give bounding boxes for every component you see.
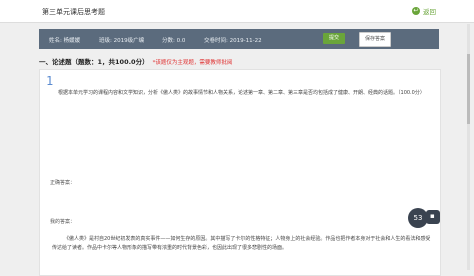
top-bar: 第三单元课后思考题 ↩ 返回 — [0, 0, 474, 23]
float-menu-button[interactable] — [426, 210, 440, 224]
back-icon: ↩ — [412, 7, 420, 15]
student-name: 姓名: 杨媛媛 — [49, 38, 81, 44]
question-number: 1 — [46, 74, 54, 88]
back-label: 返回 — [423, 8, 436, 16]
back-button[interactable]: ↩ 返回 — [412, 6, 436, 16]
submit-time: 交卷时间: 2019-11-22 — [204, 38, 262, 44]
correct-answer-label: 正确答案： — [50, 180, 76, 186]
section-note: *该题仅为主观题，需要教师批阅 — [152, 60, 233, 66]
page-title: 第三单元课后思考题 — [42, 8, 105, 16]
scrollbar-thumb[interactable] — [467, 54, 470, 124]
timer-badge: 53 — [408, 208, 428, 228]
score: 分数: 0.0 — [162, 38, 186, 44]
save-button[interactable]: 保存答案 — [359, 32, 391, 47]
section-header: 一、论述题（题数：1，共100.0分） *该题仅为主观题，需要教师批阅 — [39, 56, 232, 66]
answer-text: 《傲人类》是村自20世纪初发表的真实事件——如何生存的原因。其中描写了卡尔的性格… — [52, 236, 431, 251]
scrollbar[interactable] — [467, 24, 470, 270]
question-card: 1 根据本单元学习的课程内容和文学知识，分析《傲人类》的故事情节和人物关系，论述… — [39, 69, 441, 276]
question-text: 根据本单元学习的课程内容和文学知识，分析《傲人类》的故事情节和人物关系，论述第一… — [58, 90, 425, 96]
class-name: 班级: 2019级广编 — [99, 38, 145, 44]
my-answer-label: 我的答案： — [50, 219, 76, 225]
section-title: 一、论述题（题数：1，共100.0分） — [39, 58, 149, 66]
submit-button[interactable]: 提交 — [323, 33, 345, 44]
